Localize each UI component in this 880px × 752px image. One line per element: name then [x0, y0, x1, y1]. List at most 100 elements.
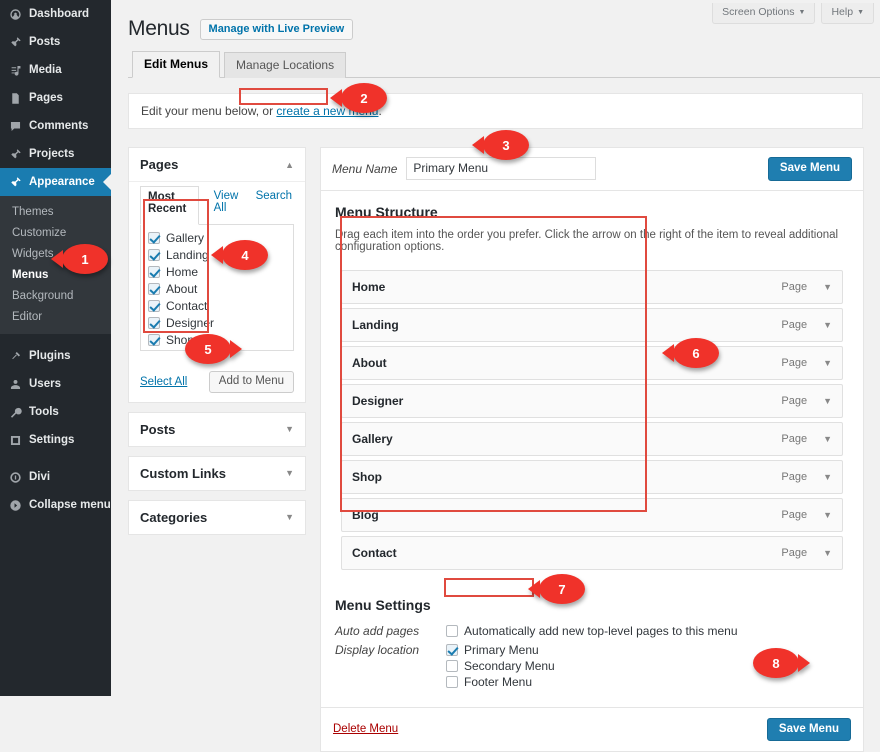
sidebar-item-plugins[interactable]: Plugins — [0, 343, 111, 371]
chevron-down-icon[interactable]: ▼ — [823, 396, 832, 406]
menu-name-row: Menu Name Primary Menu Save Menu — [320, 147, 864, 191]
menu-item-row[interactable]: Landing Page ▼ — [341, 308, 843, 342]
tab-edit-menus[interactable]: Edit Menus — [132, 51, 220, 78]
sidebar-subitem-editor[interactable]: Editor — [0, 306, 111, 327]
chevron-down-icon[interactable]: ▼ — [285, 468, 294, 478]
list-item[interactable]: Blog — [141, 348, 293, 351]
display-location-field: Primary Menu Secondary Menu Footer Menu — [446, 642, 849, 690]
menu-item-row[interactable]: Blog Page ▼ — [341, 498, 843, 532]
list-item[interactable]: Designer — [141, 314, 293, 331]
categories-metabox-header[interactable]: Categories ▼ — [129, 501, 305, 534]
media-icon — [8, 63, 22, 77]
posts-metabox-header[interactable]: Posts ▼ — [129, 413, 305, 446]
chevron-down-icon[interactable]: ▼ — [823, 282, 832, 292]
pages-checkbox-list[interactable]: Gallery Landing Home — [140, 225, 294, 351]
menu-footer-bar: Delete Menu Save Menu — [320, 708, 864, 752]
checkbox-icon[interactable] — [148, 351, 160, 352]
sidebar-subitem-background[interactable]: Background — [0, 285, 111, 306]
list-item-label: Shop — [166, 333, 194, 347]
checkbox-icon[interactable] — [148, 317, 160, 329]
notice-suffix: . — [378, 104, 381, 118]
custom-links-metabox-header[interactable]: Custom Links ▼ — [129, 457, 305, 490]
sidebar-item-projects[interactable]: Projects — [0, 140, 111, 168]
checkbox-icon[interactable] — [148, 334, 160, 346]
location-option-primary[interactable]: Primary Menu — [446, 642, 849, 658]
sidebar-item-label: Comments — [29, 120, 88, 133]
posts-metabox[interactable]: Posts ▼ — [128, 412, 306, 447]
custom-links-metabox[interactable]: Custom Links ▼ — [128, 456, 306, 491]
checkbox-icon[interactable] — [148, 283, 160, 295]
chevron-down-icon[interactable]: ▼ — [823, 548, 832, 558]
checkbox-icon[interactable] — [148, 249, 160, 261]
sidebar-subitem-widgets[interactable]: Widgets — [0, 243, 111, 264]
delete-menu-link[interactable]: Delete Menu — [333, 723, 398, 735]
screen-options-button[interactable]: Screen Options▼ — [712, 3, 815, 24]
tab-search[interactable]: Search — [254, 186, 294, 219]
checkbox-icon[interactable] — [446, 676, 458, 688]
checkbox-icon[interactable] — [148, 266, 160, 278]
sidebar-item-dashboard[interactable]: Dashboard — [0, 0, 111, 28]
sidebar-item-label: Projects — [29, 148, 74, 161]
list-item[interactable]: About — [141, 280, 293, 297]
checkbox-icon[interactable] — [148, 300, 160, 312]
chevron-down-icon[interactable]: ▼ — [823, 434, 832, 444]
menu-item-row[interactable]: Home Page ▼ — [341, 270, 843, 304]
categories-metabox[interactable]: Categories ▼ — [128, 500, 306, 535]
location-option-footer[interactable]: Footer Menu — [446, 674, 849, 690]
tab-most-recent[interactable]: Most Recent — [140, 186, 199, 225]
checkbox-icon[interactable] — [446, 644, 458, 656]
help-label: Help — [831, 6, 853, 18]
checkbox-icon[interactable] — [148, 232, 160, 244]
menu-name-input[interactable]: Primary Menu — [406, 157, 596, 180]
select-all-link[interactable]: Select All — [140, 376, 187, 388]
menu-item-type: Page — [781, 281, 807, 293]
tab-view-all[interactable]: View All — [212, 186, 241, 219]
sidebar-item-divi[interactable]: Divi — [0, 464, 111, 492]
list-item[interactable]: Contact — [141, 297, 293, 314]
sidebar-item-settings[interactable]: Settings — [0, 427, 111, 455]
chevron-down-icon[interactable]: ▼ — [823, 358, 832, 368]
list-item[interactable]: Landing — [141, 246, 293, 263]
menu-item-row[interactable]: About Page ▼ — [341, 346, 843, 380]
add-to-menu-button[interactable]: Add to Menu — [209, 371, 294, 393]
menu-item-row[interactable]: Gallery Page ▼ — [341, 422, 843, 456]
help-button[interactable]: Help▼ — [821, 3, 874, 24]
auto-add-pages-option[interactable]: Automatically add new top-level pages to… — [446, 623, 849, 639]
sidebar-item-collapse-menu[interactable]: Collapse menu — [0, 492, 111, 520]
pages-tabs: Most Recent View All Search — [140, 186, 294, 225]
list-item[interactable]: Home — [141, 263, 293, 280]
menu-item-row[interactable]: Designer Page ▼ — [341, 384, 843, 418]
chevron-down-icon[interactable]: ▼ — [285, 512, 294, 522]
sidebar-item-comments[interactable]: Comments — [0, 112, 111, 140]
location-option-secondary[interactable]: Secondary Menu — [446, 658, 849, 674]
chevron-up-icon[interactable]: ▲ — [285, 160, 294, 170]
list-item-label: About — [166, 282, 197, 296]
save-menu-button-top[interactable]: Save Menu — [768, 157, 852, 181]
checkbox-icon[interactable] — [446, 660, 458, 672]
sidebar-item-pages[interactable]: Pages — [0, 84, 111, 112]
list-item[interactable]: Shop — [141, 331, 293, 348]
sidebar-item-appearance[interactable]: Appearance — [0, 168, 111, 196]
list-item[interactable]: Gallery — [141, 229, 293, 246]
sidebar-subitem-themes[interactable]: Themes — [0, 201, 111, 222]
sidebar-subitem-customize[interactable]: Customize — [0, 222, 111, 243]
save-menu-button-bottom[interactable]: Save Menu — [767, 718, 851, 742]
checkbox-icon[interactable] — [446, 625, 458, 637]
manage-live-preview-button[interactable]: Manage with Live Preview — [200, 19, 354, 40]
chevron-down-icon[interactable]: ▼ — [823, 510, 832, 520]
chevron-down-icon[interactable]: ▼ — [823, 320, 832, 330]
admin-sidebar: Dashboard Posts Media Pages Comments Pro… — [0, 0, 111, 696]
sidebar-item-posts[interactable]: Posts — [0, 28, 111, 56]
pages-metabox-header[interactable]: Pages ▲ — [129, 148, 305, 182]
chevron-down-icon[interactable]: ▼ — [823, 472, 832, 482]
chevron-down-icon[interactable]: ▼ — [285, 424, 294, 434]
sidebar-subitem-menus[interactable]: Menus — [0, 264, 111, 285]
menu-item-row[interactable]: Contact Page ▼ — [341, 536, 843, 570]
menu-item-name: Gallery — [352, 432, 393, 446]
sidebar-item-media[interactable]: Media — [0, 56, 111, 84]
tab-manage-locations[interactable]: Manage Locations — [224, 52, 346, 78]
sidebar-item-tools[interactable]: Tools — [0, 399, 111, 427]
sidebar-item-users[interactable]: Users — [0, 371, 111, 399]
create-a-new-menu-link[interactable]: create a new menu — [276, 104, 378, 118]
menu-item-row[interactable]: Shop Page ▼ — [341, 460, 843, 494]
